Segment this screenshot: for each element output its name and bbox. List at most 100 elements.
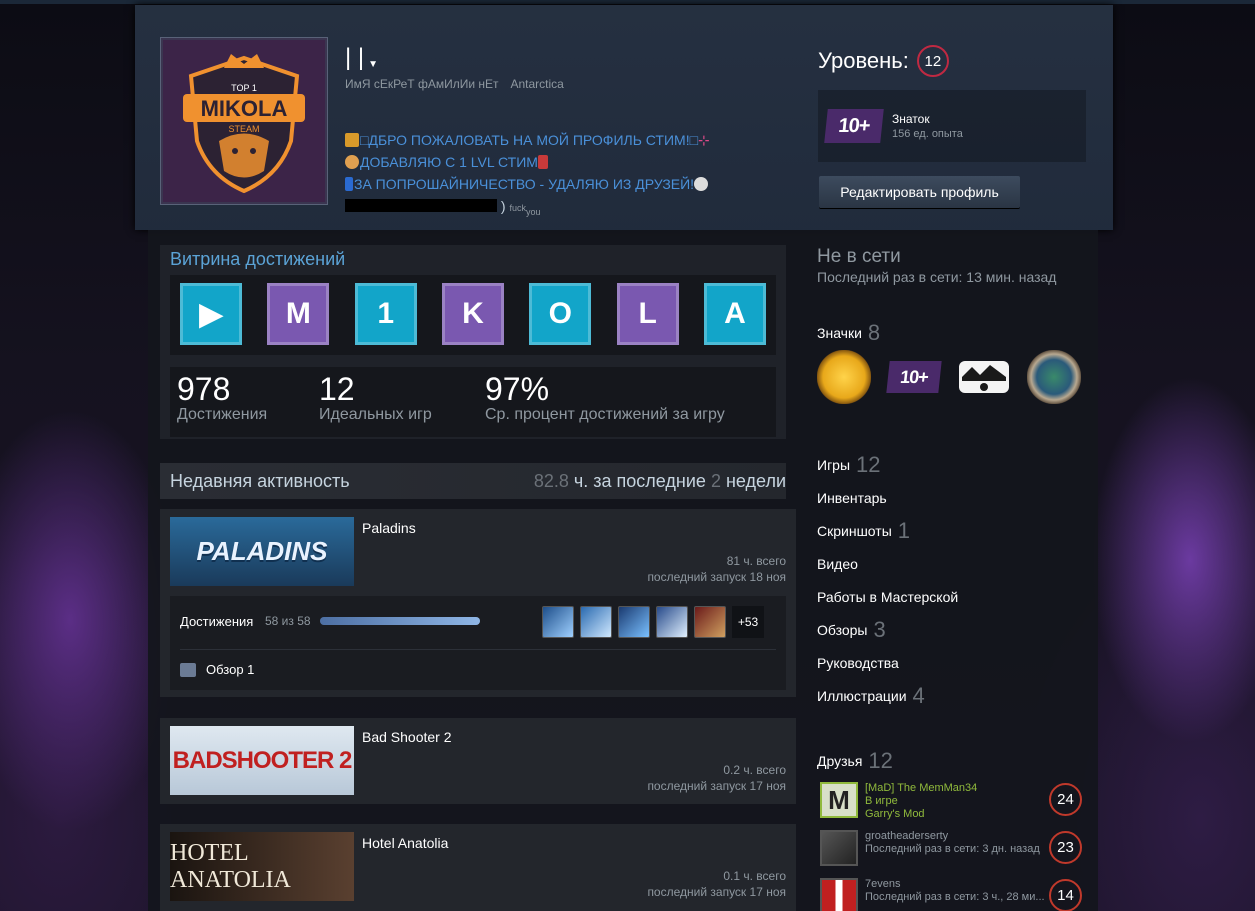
chevron-down-icon[interactable]: ▼ [368, 59, 378, 70]
link-screenshots[interactable]: Скриншоты 1 [817, 514, 958, 547]
redacted-text [345, 199, 497, 212]
level-badge[interactable]: 12 [916, 45, 949, 77]
showcase-tile[interactable]: L [616, 283, 679, 345]
achievements-progress-fill [320, 617, 480, 625]
friends-header[interactable]: Друзья 12 [817, 748, 893, 774]
showcase-tile[interactable]: M [267, 283, 330, 345]
gun-emoji-icon [345, 133, 359, 147]
last-online: Последний раз в сети: 13 мин. назад [817, 269, 1057, 285]
recent-activity-hours: 82.8 ч. за последние 2 недели [533, 470, 786, 491]
online-status: Не в сети [817, 246, 901, 267]
recent-game: BADSHOOTER 2 Bad Shooter 2 0.2 ч. всего … [160, 718, 796, 804]
stat-perfect-games[interactable]: 12 Идеальных игр [319, 371, 432, 424]
link-reviews[interactable]: Обзоры 3 [817, 613, 958, 646]
link-artwork[interactable]: Иллюстрации 4 [817, 679, 958, 712]
level-display: Уровень: 12 [818, 45, 949, 77]
friend-item[interactable]: groatheaderserty Последний раз в сети: 3… [820, 828, 1085, 868]
showcase-tile[interactable]: A [703, 283, 766, 345]
xp-badge-small-icon[interactable]: 10+ [886, 350, 942, 404]
friend-status: В игре [865, 795, 898, 807]
game-capsule[interactable]: PALADINS [170, 517, 354, 586]
link-workshop[interactable]: Работы в Мастерской [817, 580, 958, 613]
showcase-tile[interactable]: ▶ [180, 283, 242, 345]
favorite-badge[interactable]: 10+ Знаток 156 ед. опыта [818, 90, 1086, 162]
link-inventory[interactable]: Инвентарь [817, 481, 958, 514]
achievement-icons: +53 [542, 606, 764, 638]
sparkle-icon: ⊹ [698, 132, 710, 148]
friend-name: [MaD] The MemMan34 [865, 782, 978, 794]
recent-activity-title: Недавняя активность [170, 470, 350, 491]
achievement-icon[interactable] [618, 606, 650, 638]
summary-line: ЗА ПОПРОШАЙНИЧЕСТВО - УДАЛЯЮ ИЗ ДРУЗЕЙ! [345, 173, 765, 195]
badges-row: 10+ [817, 350, 1081, 404]
link-games[interactable]: Игры 12 [817, 448, 958, 481]
badge-name: Знаток [892, 112, 930, 126]
game-playtime: 0.2 ч. всего последний запуск 17 ноя [647, 763, 786, 793]
real-name: ИмЯ сЕкРеТ фАмИлИи нЕт [345, 77, 499, 91]
skull-emoji-icon [694, 177, 709, 191]
showcase-tiles: ▶ M 1 K O L A [170, 275, 776, 355]
recent-game: PALADINS Paladins 81 ч. всего последний … [160, 509, 796, 697]
showcase-title: Витрина достижений [170, 249, 346, 269]
game-capsule[interactable]: BADSHOOTER 2 [170, 726, 354, 795]
game-capsule[interactable]: HOTEL ANATOLIA [170, 832, 354, 901]
friend-status: Последний раз в сети: 3 дн. назад [865, 843, 1040, 855]
edit-profile-button[interactable]: Редактировать профиль [819, 176, 1020, 208]
summary-line: □ДБРО ПОЖАЛОВАТЬ НА МОЙ ПРОФИЛЬ СТИМ!□⊹ [345, 129, 765, 151]
xp-badge-icon: 10+ [824, 109, 884, 143]
avatar: TOP 1 MIKOLA STEAM [160, 37, 328, 205]
badges-header[interactable]: Значки 8 [817, 320, 880, 346]
achievement-icon[interactable] [580, 606, 612, 638]
showcase-tile[interactable]: K [441, 283, 504, 345]
more-achievements[interactable]: +53 [732, 606, 764, 638]
friend-avatar[interactable]: M [820, 782, 858, 818]
stat-avg-completion: 97% Ср. процент достижений за игру [485, 371, 725, 423]
game-achievements: Достижения 58 из 58 +53 Обзор 1 [170, 596, 786, 690]
game-review-link[interactable]: Обзор 1 [180, 662, 254, 677]
avatar-sub-text: STEAM [228, 124, 259, 134]
achievement-icon[interactable] [542, 606, 574, 638]
achievements-label[interactable]: Достижения [180, 614, 253, 629]
game-name[interactable]: Paladins [362, 520, 416, 536]
friend-name: 7evens [865, 878, 901, 890]
top-strip [0, 0, 1255, 4]
achievements-count: 58 из 58 [265, 614, 311, 628]
avatar-image: TOP 1 MIKOLA STEAM [163, 40, 325, 202]
link-videos[interactable]: Видео [817, 547, 958, 580]
real-name-row: ИмЯ сЕкРеТ фАмИлИи нЕт Antarctica [345, 77, 564, 91]
profile-summary: □ДБРО ПОЖАЛОВАТЬ НА МОЙ ПРОФИЛЬ СТИМ!□⊹ … [345, 129, 765, 223]
globe-badge-icon[interactable] [1027, 350, 1081, 404]
achievement-icon[interactable] [694, 606, 726, 638]
recent-game: HOTEL ANATOLIA Hotel Anatolia 0.1 ч. все… [160, 824, 796, 911]
avatar-name-text: MIKOLA [201, 96, 288, 121]
badge-xp: 156 ед. опыта [892, 128, 963, 140]
persona-name-text: | | [345, 44, 365, 71]
friend-item[interactable]: 7evens Последний раз в сети: 3 ч., 28 ми… [820, 876, 1085, 911]
friend-name: groatheaderserty [865, 830, 949, 842]
avatar-top-text: TOP 1 [231, 83, 257, 93]
link-guides[interactable]: Руководства [817, 646, 958, 679]
friend-item[interactable]: M [MaD] The MemMan34 В игре Garry's Mod … [820, 780, 1085, 820]
showcase-tile[interactable]: 1 [354, 283, 417, 345]
friend-level: 14 [1049, 879, 1082, 911]
achievement-showcase: Витрина достижений ▶ M 1 K O L A 978 Дос… [160, 245, 786, 439]
persona-name[interactable]: | | ▼ [345, 43, 378, 73]
country: Antarctica [510, 77, 564, 91]
game-playtime: 0.1 ч. всего последний запуск 17 ноя [647, 869, 786, 899]
stat-achievements[interactable]: 978 Достижения [177, 371, 267, 424]
dots-emoji-icon [345, 177, 353, 191]
friend-status: Последний раз в сети: 3 ч., 28 ми... [865, 891, 1045, 903]
showcase-stats: 978 Достижения 12 Идеальных игр 97% Ср. … [170, 367, 776, 437]
controller-badge-icon[interactable] [957, 350, 1011, 404]
thumbs-up-icon [180, 662, 196, 677]
game-name[interactable]: Hotel Anatolia [362, 835, 448, 851]
showcase-tile[interactable]: O [529, 283, 592, 345]
friend-avatar[interactable] [820, 830, 858, 866]
friend-game: Garry's Mod [865, 808, 925, 820]
coin-badge-icon[interactable] [817, 350, 871, 404]
achievement-icon[interactable] [656, 606, 688, 638]
divider [180, 649, 776, 650]
game-name[interactable]: Bad Shooter 2 [362, 729, 452, 745]
face-emoji-icon [345, 155, 359, 169]
friend-avatar[interactable] [820, 878, 858, 911]
